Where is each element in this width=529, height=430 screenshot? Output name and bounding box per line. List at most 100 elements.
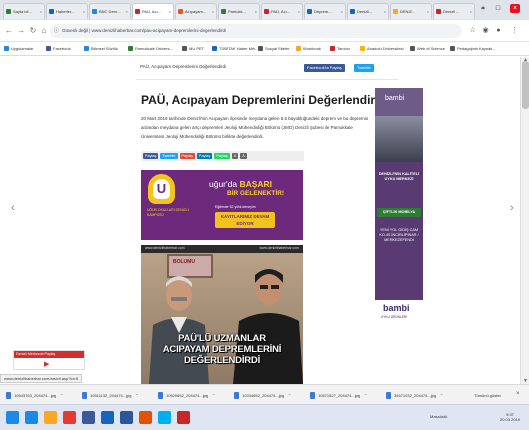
browser-tab[interactable]: Denizli ... × xyxy=(433,3,475,19)
tab-close-icon[interactable]: × xyxy=(169,9,171,14)
share-button[interactable]: A xyxy=(240,153,247,159)
share-button[interactable]: Tweetle xyxy=(160,153,178,159)
chevron-up-icon[interactable]: ⌃ xyxy=(135,393,138,398)
bookmark-item[interactable]: Bilimsel Sözlük xyxy=(84,46,118,51)
browser-tab[interactable]: Pamukk... × xyxy=(218,3,260,19)
browser-tab[interactable]: Sayfa bil... × xyxy=(3,3,45,19)
chevron-right-icon[interactable]: › xyxy=(510,202,514,214)
menu-icon[interactable]: ⋮ xyxy=(510,26,519,35)
tab-close-icon[interactable]: × xyxy=(40,9,42,14)
bookmark-item[interactable]: Sosyal Siteler xyxy=(258,46,289,51)
download-item[interactable]: 10511132_204474...jpg ⌃ xyxy=(82,390,139,400)
download-item[interactable]: 10543763_204474...jpg ⌃ xyxy=(6,390,63,400)
download-item[interactable]: 34571032_204474...jpg ⌃ xyxy=(386,390,443,400)
share-button[interactable]: Paylaş xyxy=(214,153,230,159)
tab-close-icon[interactable]: × xyxy=(83,9,85,14)
skype-icon[interactable] xyxy=(158,411,171,424)
ad-top-band: bambi xyxy=(375,88,423,116)
bookmark-item[interactable]: Web of Science xyxy=(410,46,445,51)
download-item[interactable]: 10334652_204474...jpg ⌃ xyxy=(234,390,291,400)
share-button[interactable]: Paylaş xyxy=(179,153,195,159)
bambi-advertisement[interactable]: bambi DENİZLİ'NİN KALİTELİ UYKU MERKEZİ … xyxy=(375,88,423,328)
close-icon[interactable]: × xyxy=(516,391,520,397)
profile-icon[interactable]: ● xyxy=(494,26,503,35)
chevron-up-icon[interactable]: ⌃ xyxy=(212,393,215,398)
ad-photo xyxy=(375,116,423,162)
bookmark-label: Facebook xyxy=(53,46,71,51)
bookmark-item[interactable]: Pedagojinin Kaynak... xyxy=(450,46,496,51)
back-icon[interactable]: ← xyxy=(4,26,14,36)
tab-close-icon[interactable]: × xyxy=(298,9,300,14)
tab-close-icon[interactable]: × xyxy=(212,9,214,14)
bookmark-item[interactable]: Pamukkale Ünivers... xyxy=(128,46,173,51)
extension-icon[interactable]: ◉ xyxy=(481,26,490,35)
tab-close-icon[interactable]: × xyxy=(470,9,472,14)
browser-tab[interactable]: Haberler... × xyxy=(46,3,88,19)
browser-tab[interactable]: Acıpayam... × xyxy=(175,3,217,19)
maximize-button[interactable]: □ xyxy=(493,4,503,13)
media-icon[interactable] xyxy=(139,411,152,424)
bookmark-item[interactable]: Facebook xyxy=(46,46,71,51)
reload-icon[interactable]: ↻ xyxy=(28,26,38,36)
tab-close-icon[interactable]: × xyxy=(384,9,386,14)
info-icon[interactable]: ⓘ xyxy=(54,24,59,38)
word-icon[interactable] xyxy=(120,411,133,424)
share-button[interactable]: A xyxy=(231,153,239,159)
bookmark-item[interactable]: Workbook xyxy=(296,46,321,51)
mini-player[interactable]: Denizli Merkezde Paylaş ▶ xyxy=(13,350,85,370)
system-tray[interactable]: Masaüstü xyxy=(430,414,447,419)
start-icon[interactable] xyxy=(6,411,19,424)
window-close-button[interactable]: × xyxy=(510,4,520,13)
ad-headline-a: uğur'da xyxy=(209,179,240,189)
bookmark-item[interactable]: Anadolu Üniversitesi xyxy=(360,46,403,51)
browser-tab[interactable]: BNC Dern... × xyxy=(89,3,131,19)
chevron-up-icon[interactable]: ⌃ xyxy=(364,393,367,398)
browser-tab[interactable]: DENIZ... × xyxy=(390,3,432,19)
chevron-left-icon[interactable]: ‹ xyxy=(11,202,15,214)
share-button[interactable]: Paylaş xyxy=(196,153,213,159)
site-header: PAÜ, Acıpayam Depremlerini Değerlendirdi… xyxy=(140,61,390,75)
image-file-icon xyxy=(82,391,87,399)
bookmark-item[interactable]: Tanıtıcı xyxy=(330,46,350,51)
download-item[interactable]: 10520652_204474...jpg ⌃ xyxy=(158,390,215,400)
facebook-share-button[interactable]: Facebook'ta Paylaş xyxy=(304,64,345,72)
bookmark-item[interactable]: TÜBİTAK Haber Mrk... xyxy=(212,46,259,51)
chevron-up-icon[interactable]: ⌃ xyxy=(288,393,291,398)
caption-line-3: DEĞERLENDİRDİ xyxy=(183,355,261,366)
page-scrollbar[interactable]: ▲ ▼ xyxy=(520,57,529,384)
chevron-up-icon[interactable]: ⌃ xyxy=(440,393,443,398)
ie-icon[interactable] xyxy=(25,411,38,424)
forward-icon[interactable]: → xyxy=(16,26,26,36)
scroll-thumb[interactable] xyxy=(522,61,529,109)
bookmark-item[interactable]: MU.PET xyxy=(182,46,204,51)
browser-tab[interactable]: PAÜ, Acı... × xyxy=(261,3,303,19)
browser-tab[interactable]: Denizli... × xyxy=(347,3,389,19)
home-icon[interactable]: ⌂ xyxy=(39,26,49,36)
bookmark-item[interactable]: Uygulamalar xyxy=(4,46,33,51)
explorer-icon[interactable] xyxy=(44,411,57,424)
tab-close-icon[interactable]: × xyxy=(427,9,429,14)
ad-text-1: DENİZLİ'NİN KALİTELİ UYKU MERKEZİ xyxy=(378,172,420,181)
chevron-up-icon[interactable]: ⌃ xyxy=(60,393,63,398)
bookmark-favicon-icon xyxy=(296,46,301,51)
tab-favicon-icon xyxy=(135,9,140,14)
show-all-downloads-link[interactable]: Tümünü göster xyxy=(474,393,501,398)
browser-tab[interactable]: Deprem... × xyxy=(304,3,346,19)
chrome-icon[interactable] xyxy=(63,411,76,424)
clock[interactable]: 9:37 20.03.2019 xyxy=(500,412,520,422)
tab-close-icon[interactable]: × xyxy=(255,9,257,14)
outlook-icon[interactable] xyxy=(101,411,114,424)
browser-tab[interactable]: PAÜ, Acı... × xyxy=(132,3,174,19)
tweet-button[interactable]: Tweetle xyxy=(354,64,374,72)
share-button[interactable]: Paylaş xyxy=(143,153,159,159)
tab-close-icon[interactable]: × xyxy=(126,9,128,14)
address-bar[interactable]: ⓘ Güvenli değil | www.denizlihaberbar.co… xyxy=(50,24,462,38)
star-icon[interactable]: ☆ xyxy=(468,26,477,35)
facebook-icon[interactable] xyxy=(82,411,95,424)
download-item[interactable]: 10571527_204474...jpg ⌃ xyxy=(310,390,367,400)
tab-close-icon[interactable]: × xyxy=(341,9,343,14)
minimize-button[interactable]: – xyxy=(478,4,488,13)
play-icon[interactable]: ▶ xyxy=(44,360,49,368)
acrobat-icon[interactable] xyxy=(177,411,190,424)
ugur-advertisement[interactable]: U uğur'da BAŞARI BİR GELENEKTİR! Eğitimd… xyxy=(141,170,303,240)
